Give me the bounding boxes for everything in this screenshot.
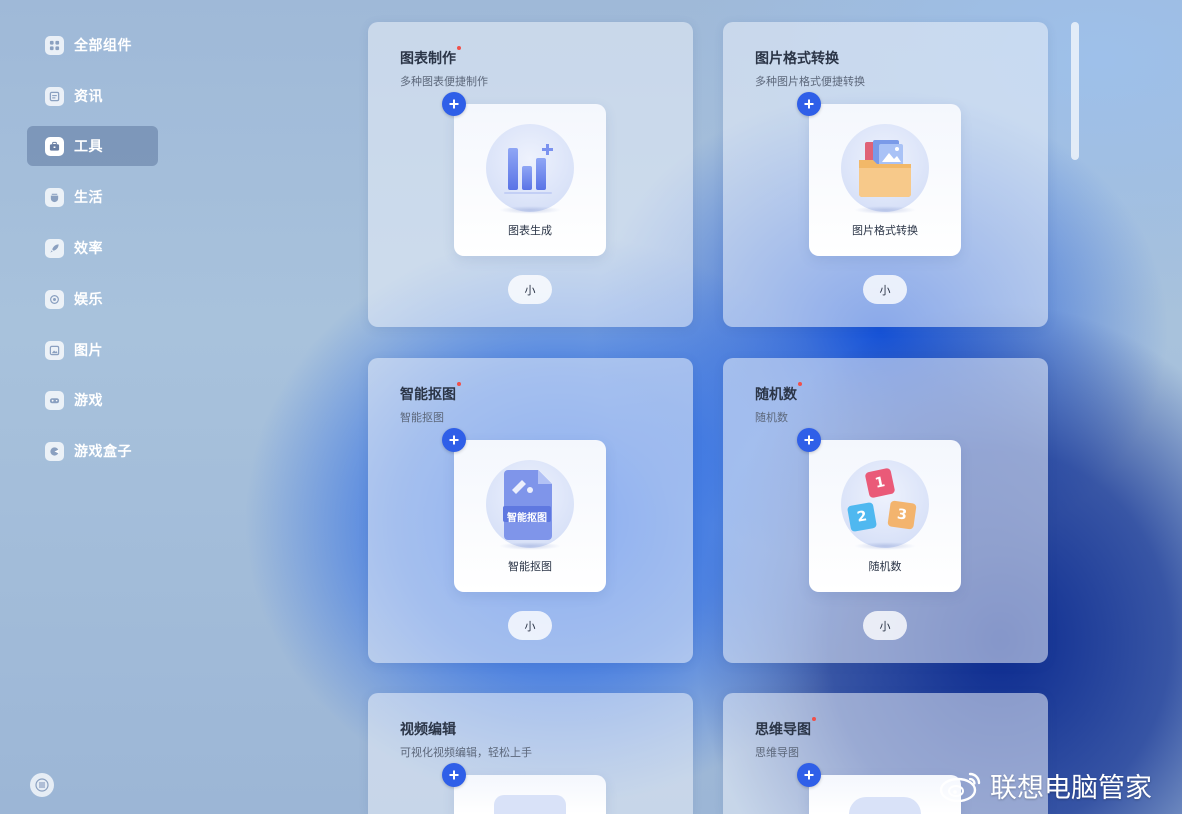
card-title: 图表制作 — [400, 46, 461, 68]
size-button[interactable]: 小 — [863, 611, 907, 640]
card-subtitle: 可视化视频编辑，轻松上手 — [400, 746, 532, 759]
icon-backdrop — [494, 795, 566, 814]
card-title: 智能抠图 — [400, 382, 461, 404]
widget-label: 智能抠图 — [508, 560, 552, 573]
widget-card-image-convert[interactable]: 图片格式转换 多种图片格式便捷转换 图片格式转换 小 — [723, 22, 1048, 327]
sidebar-item-label: 生活 — [74, 190, 103, 206]
toolbox-icon — [45, 136, 64, 156]
icon-shadow — [854, 542, 916, 550]
icon-shadow — [854, 206, 916, 214]
add-widget-button[interactable] — [442, 763, 466, 787]
sidebar-item-entertainment[interactable]: 娱乐 — [27, 279, 158, 319]
plus-icon — [804, 770, 814, 780]
widget-preview[interactable]: 智能抠图 智能抠图 — [454, 440, 606, 592]
sidebar-item-efficiency[interactable]: 效率 — [27, 228, 158, 268]
new-dot — [798, 382, 802, 386]
menu-button[interactable] — [30, 773, 54, 797]
image-folder-icon — [859, 140, 911, 197]
widget-preview[interactable]: 1 2 3 随机数 — [809, 440, 961, 592]
sidebar-item-tools[interactable]: 工具 — [27, 126, 158, 166]
sidebar-item-label: 工具 — [74, 139, 103, 155]
widget-card-smart-cutout[interactable]: 智能抠图 智能抠图 智能抠图 智能抠图 小 — [368, 358, 693, 663]
scrollbar-thumb[interactable] — [1071, 22, 1079, 160]
size-button[interactable]: 小 — [508, 275, 552, 304]
widget-card-video-edit[interactable]: 视频编辑 可视化视频编辑，轻松上手 — [368, 693, 693, 814]
life-icon — [45, 187, 64, 207]
sidebar-item-images[interactable]: 图片 — [27, 330, 158, 370]
sidebar-item-label: 效率 — [74, 241, 103, 257]
card-subtitle: 思维导图 — [755, 746, 799, 759]
entertainment-icon — [45, 289, 64, 309]
size-button[interactable]: 小 — [863, 275, 907, 304]
card-title: 图片格式转换 — [755, 51, 839, 67]
new-dot — [457, 46, 461, 50]
plus-icon — [449, 99, 459, 109]
sidebar-item-games[interactable]: 游戏 — [27, 380, 158, 420]
sidebar-item-label: 全部组件 — [74, 38, 132, 54]
sidebar-item-label: 游戏 — [74, 393, 103, 409]
image-icon — [45, 340, 64, 360]
widget-label: 图片格式转换 — [852, 224, 918, 237]
icon-shadow — [499, 542, 561, 550]
size-button[interactable]: 小 — [508, 611, 552, 640]
new-dot — [457, 382, 461, 386]
card-title: 思维导图 — [755, 717, 816, 739]
add-widget-button[interactable] — [797, 428, 821, 452]
sidebar-item-label: 游戏盒子 — [74, 444, 132, 460]
icon-caption: 智能抠图 — [507, 513, 547, 524]
card-subtitle: 多种图片格式便捷转换 — [755, 75, 865, 88]
game-box-icon — [45, 441, 64, 461]
gamepad-icon — [45, 390, 64, 410]
menu-icon — [35, 778, 49, 792]
card-subtitle: 智能抠图 — [400, 411, 444, 424]
add-widget-button[interactable] — [797, 763, 821, 787]
widget-preview[interactable]: 图片格式转换 — [809, 104, 961, 256]
plus-icon — [804, 99, 814, 109]
weibo-logo-icon — [939, 772, 981, 802]
widget-preview[interactable]: 图表生成 — [454, 104, 606, 256]
sidebar-item-life[interactable]: 生活 — [27, 177, 158, 217]
watermark-text: 联想电脑管家 — [990, 773, 1152, 804]
plus-icon — [449, 435, 459, 445]
add-widget-button[interactable] — [797, 92, 821, 116]
icon-shadow — [499, 206, 561, 214]
new-dot — [812, 717, 816, 721]
sidebar-item-game-box[interactable]: 游戏盒子 — [27, 431, 158, 471]
plus-icon — [449, 770, 459, 780]
icon-backdrop — [849, 797, 921, 814]
sidebar-item-label: 资讯 — [74, 89, 103, 105]
add-widget-button[interactable] — [442, 428, 466, 452]
news-icon — [45, 86, 64, 106]
widgets-icon — [45, 35, 64, 55]
card-title: 随机数 — [755, 382, 802, 404]
card-subtitle: 随机数 — [755, 411, 788, 424]
cutout-document-icon — [503, 470, 552, 540]
card-subtitle: 多种图表便捷制作 — [400, 75, 488, 88]
widget-label: 随机数 — [868, 560, 902, 573]
sidebar-item-label: 图片 — [74, 343, 103, 359]
watermark: 联想电脑管家 — [938, 766, 1152, 805]
sidebar-item-news[interactable]: 资讯 — [27, 76, 158, 116]
widget-preview[interactable] — [454, 775, 606, 814]
sidebar-item-all-widgets[interactable]: 全部组件 — [27, 25, 158, 65]
plus-icon — [804, 435, 814, 445]
widget-card-chart[interactable]: 图表制作 多种图表便捷制作 图表生成 小 — [368, 22, 693, 327]
sidebar: 全部组件 资讯 工具 生活 效率 娱乐 图片 游戏 游戏盒子 — [0, 0, 190, 814]
add-widget-button[interactable] — [442, 92, 466, 116]
card-title: 视频编辑 — [400, 722, 456, 738]
widget-label: 图表生成 — [508, 224, 552, 237]
rocket-icon — [45, 238, 64, 258]
sidebar-item-label: 娱乐 — [74, 292, 103, 308]
dice-one: 1 — [864, 467, 896, 499]
dice-three: 3 — [887, 500, 917, 530]
bar-chart-icon — [504, 144, 553, 194]
dice-two: 2 — [846, 501, 878, 533]
widget-card-random-number[interactable]: 随机数 随机数 1 2 3 随机数 小 — [723, 358, 1048, 663]
